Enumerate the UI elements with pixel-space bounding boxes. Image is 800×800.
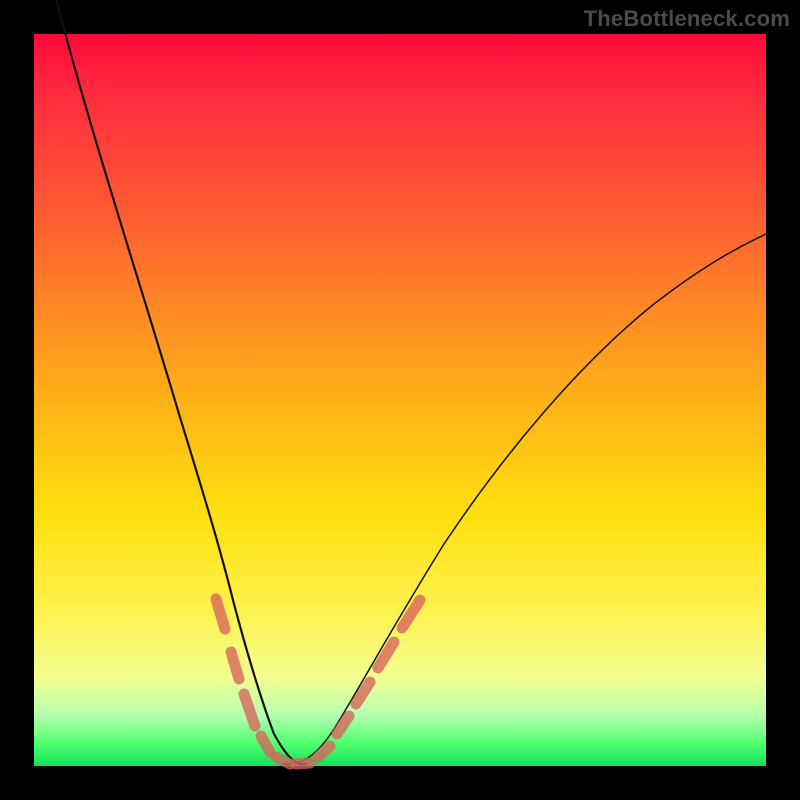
bead-1 <box>216 599 225 629</box>
bead-8 <box>337 716 349 734</box>
bead-6 <box>296 763 310 764</box>
bead-5 <box>276 757 290 764</box>
bead-2 <box>231 652 239 679</box>
watermark-text: TheBottleneck.com <box>584 6 790 32</box>
curve-left <box>56 0 306 764</box>
bead-4 <box>261 736 270 752</box>
bead-9 <box>356 682 370 704</box>
bead-cluster <box>216 599 420 764</box>
curve-right <box>284 234 766 764</box>
bead-10 <box>378 642 394 668</box>
curve-svg <box>34 34 766 766</box>
bead-3 <box>244 694 255 726</box>
bead-11 <box>402 600 420 628</box>
plot-area <box>34 34 766 766</box>
chart-stage: TheBottleneck.com <box>0 0 800 800</box>
